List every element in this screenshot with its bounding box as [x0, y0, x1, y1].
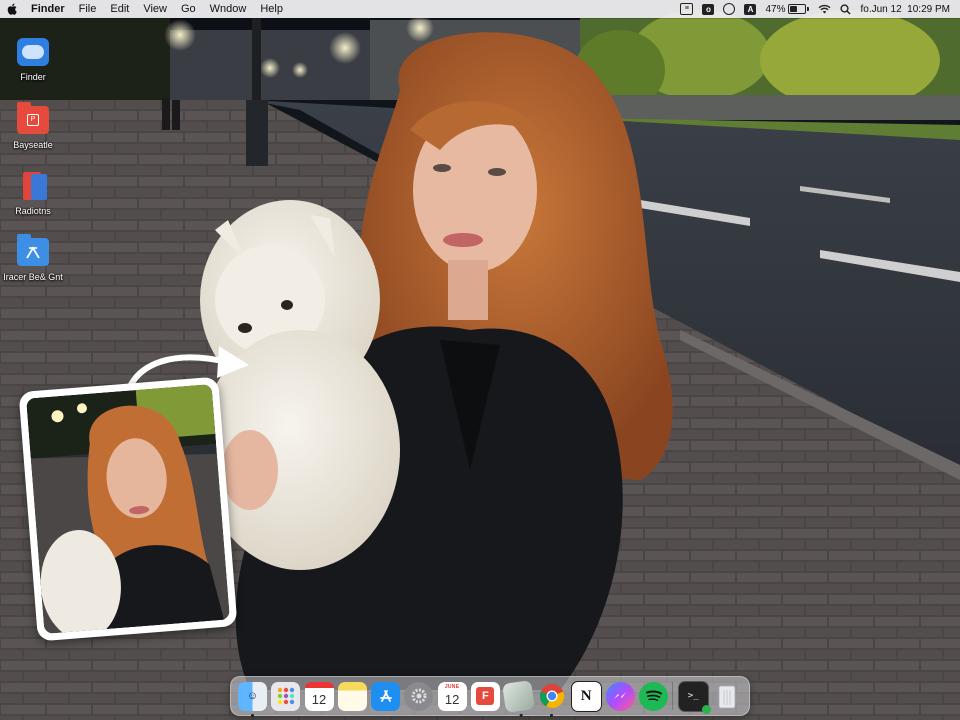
trash-icon[interactable]	[713, 682, 742, 711]
menu-go[interactable]: Go	[174, 0, 203, 18]
menu-file[interactable]: File	[72, 0, 104, 18]
input-source-icon[interactable]: A	[744, 2, 757, 16]
spotify-icon[interactable]	[639, 681, 669, 711]
messenger-icon[interactable]	[605, 681, 635, 711]
desktop-item-label: Finder	[20, 72, 46, 82]
app-store-icon[interactable]	[371, 681, 401, 711]
dock-separator	[672, 682, 674, 710]
screenshot-thumbnail[interactable]	[18, 376, 238, 642]
notes-icon[interactable]	[337, 681, 367, 711]
desktop-item-label: Radiotns	[15, 206, 51, 216]
red-folder-icon: P	[17, 102, 49, 134]
launchpad-icon[interactable]	[271, 681, 301, 711]
stacked-files-icon	[17, 172, 49, 200]
desktop-item-label: Iracer Be& Gnt	[3, 272, 63, 282]
system-settings-icon[interactable]	[404, 681, 434, 711]
blue-folder-icon	[17, 234, 49, 266]
chrome-icon[interactable]	[537, 682, 566, 717]
menu-app-name[interactable]: Finder	[24, 0, 72, 18]
notion-icon[interactable]: N	[570, 680, 602, 712]
desktop-item-radiotns[interactable]: Radiotns	[0, 172, 68, 216]
terminal-icon[interactable]: >_	[677, 680, 711, 714]
menu-help[interactable]: Help	[253, 0, 290, 18]
wifi-icon[interactable]	[818, 2, 831, 16]
menu-bar: Finder File Edit View Go Wndow Help ≡ o …	[0, 0, 960, 18]
menu-clock[interactable]: fo.Jun 12 10:29 PM	[860, 4, 950, 15]
battery-indicator[interactable]: 47%	[765, 3, 810, 15]
apple-menu-icon[interactable]	[6, 2, 18, 16]
desktop-item-iracer[interactable]: Iracer Be& Gnt	[0, 234, 68, 282]
desktop-item-label: Bayseatle	[13, 140, 53, 150]
screen-mirroring-icon[interactable]: ≡	[680, 2, 694, 16]
calendar-icon[interactable]: 12	[304, 681, 334, 711]
desktop-item-bayseatle[interactable]: P Bayseatle	[0, 102, 68, 150]
menu-view[interactable]: View	[136, 0, 174, 18]
menu-window[interactable]: Wndow	[203, 0, 254, 18]
desktop-item-finder[interactable]: Finder	[0, 38, 68, 82]
finder-drive-icon	[17, 38, 49, 66]
record-icon[interactable]	[723, 2, 736, 16]
preview-icon[interactable]	[502, 679, 536, 717]
calendar-day: 12	[444, 691, 460, 707]
battery-percent: 47%	[765, 3, 786, 15]
thumbnail-image	[26, 384, 230, 634]
calendar-day: 12	[311, 691, 327, 707]
battery-icon	[788, 4, 807, 14]
flashcard-app-icon[interactable]: F	[470, 681, 500, 711]
calendar-month: JUNE	[444, 683, 460, 690]
dock: ☺ 12 JUNE 12 F N >_	[230, 676, 750, 717]
search-icon[interactable]	[840, 2, 852, 16]
status-area: ≡ o A 47% fo.Jun 12 10:29 PM	[680, 2, 960, 16]
calendar-icon[interactable]: JUNE 12	[437, 681, 467, 711]
menu-edit[interactable]: Edit	[103, 0, 136, 18]
finder-icon[interactable]: ☺	[238, 681, 267, 717]
dark-app-icon[interactable]: o	[702, 2, 715, 16]
